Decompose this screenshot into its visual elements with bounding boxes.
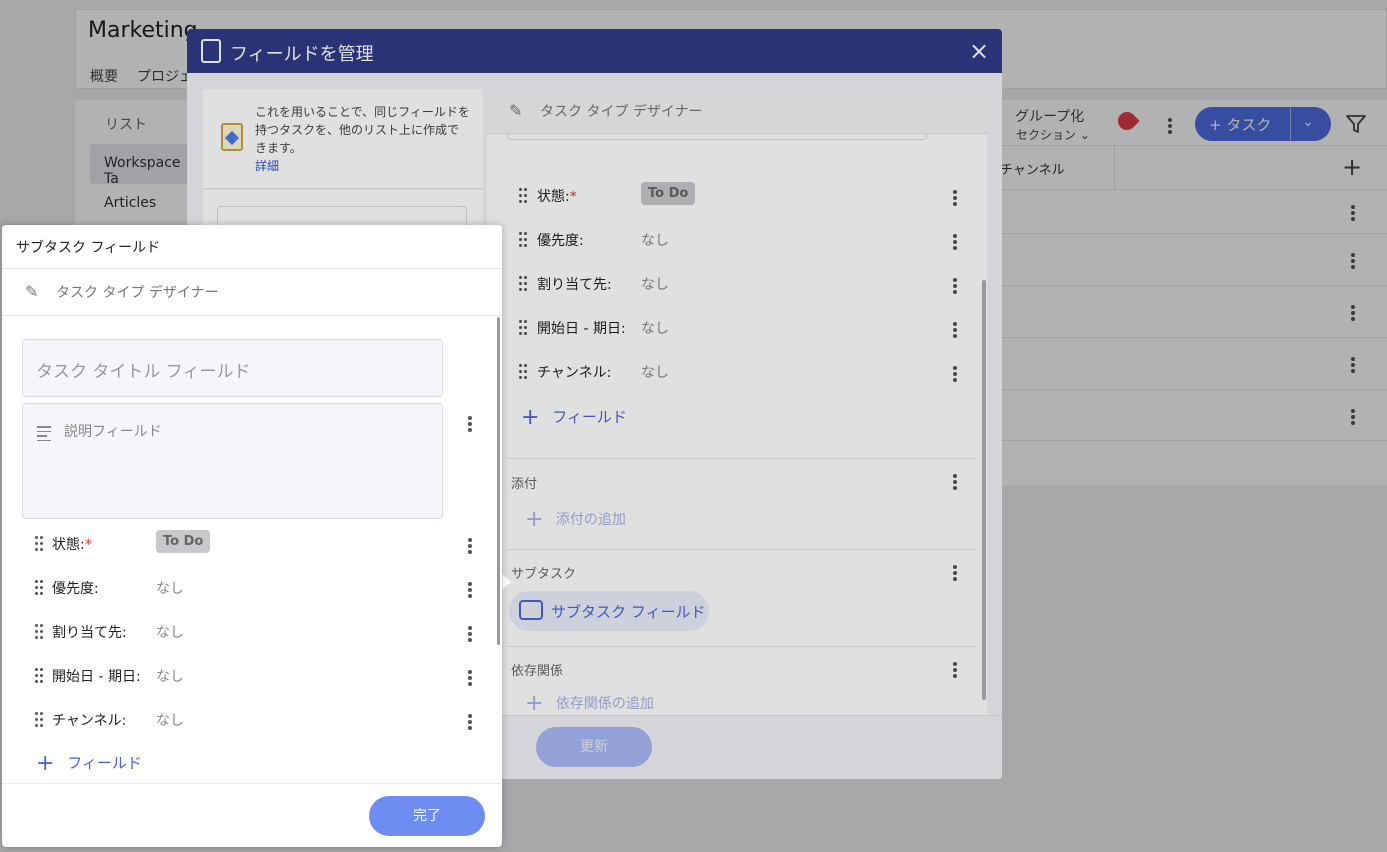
- drag-handle-icon[interactable]: [35, 536, 43, 552]
- drag-handle-icon[interactable]: [35, 668, 43, 684]
- plus-icon: +: [36, 751, 55, 776]
- panel-header: サブタスク フィールド: [2, 225, 502, 269]
- field-label: 状態:: [52, 537, 85, 553]
- text-lines-icon: [37, 426, 51, 444]
- task-title-placeholder: タスク タイトル フィールド: [36, 362, 251, 382]
- field-menu-icon[interactable]: [468, 580, 472, 604]
- subtask-fields-panel: サブタスク フィールド ✎ タスク タイプ デザイナー タスク タイトル フィー…: [2, 225, 502, 847]
- description-menu-icon[interactable]: [468, 414, 472, 438]
- required-marker: *: [84, 537, 92, 553]
- field-row-dates[interactable]: 開始日 - 期日: なし: [2, 654, 492, 698]
- field-label: 開始日 - 期日:: [52, 669, 141, 685]
- drag-handle-icon[interactable]: [35, 624, 43, 640]
- description-placeholder: 説明フィールド: [64, 424, 162, 440]
- field-label: 割り当て先:: [52, 625, 127, 641]
- add-field-button[interactable]: + フィールド: [36, 749, 142, 776]
- status-badge: To Do: [156, 530, 211, 553]
- field-menu-icon[interactable]: [468, 712, 472, 736]
- panel-designer-bar: ✎ タスク タイプ デザイナー: [2, 269, 502, 316]
- drag-handle-icon[interactable]: [35, 712, 43, 728]
- panel-pointer: [502, 574, 511, 590]
- designer-label[interactable]: タスク タイプ デザイナー: [56, 282, 219, 302]
- field-label: 優先度:: [52, 581, 99, 597]
- field-value: なし: [156, 581, 184, 597]
- field-label: チャンネル:: [52, 713, 127, 729]
- task-title-field[interactable]: タスク タイトル フィールド: [22, 339, 443, 397]
- field-value: なし: [156, 713, 184, 729]
- done-button[interactable]: 完了: [369, 796, 485, 836]
- pencil-icon[interactable]: ✎: [25, 282, 38, 301]
- add-field-label: フィールド: [67, 754, 142, 772]
- field-menu-icon[interactable]: [468, 668, 472, 692]
- description-field[interactable]: 説明フィールド: [22, 403, 443, 519]
- panel-scrollbar[interactable]: [497, 317, 500, 645]
- field-menu-icon[interactable]: [468, 624, 472, 648]
- field-value: なし: [156, 625, 184, 641]
- field-row-assignee[interactable]: 割り当て先: なし: [2, 610, 492, 654]
- designer-scrollbar[interactable]: [982, 280, 986, 700]
- field-menu-icon[interactable]: [468, 536, 472, 560]
- field-row-channel[interactable]: チャンネル: なし: [2, 698, 492, 742]
- panel-footer: 完了: [2, 783, 502, 847]
- field-row-priority[interactable]: 優先度: なし: [2, 566, 492, 610]
- field-row-status[interactable]: 状態:* To Do: [2, 522, 492, 566]
- panel-title: サブタスク フィールド: [16, 240, 161, 256]
- field-value: なし: [156, 669, 184, 685]
- drag-handle-icon[interactable]: [35, 580, 43, 596]
